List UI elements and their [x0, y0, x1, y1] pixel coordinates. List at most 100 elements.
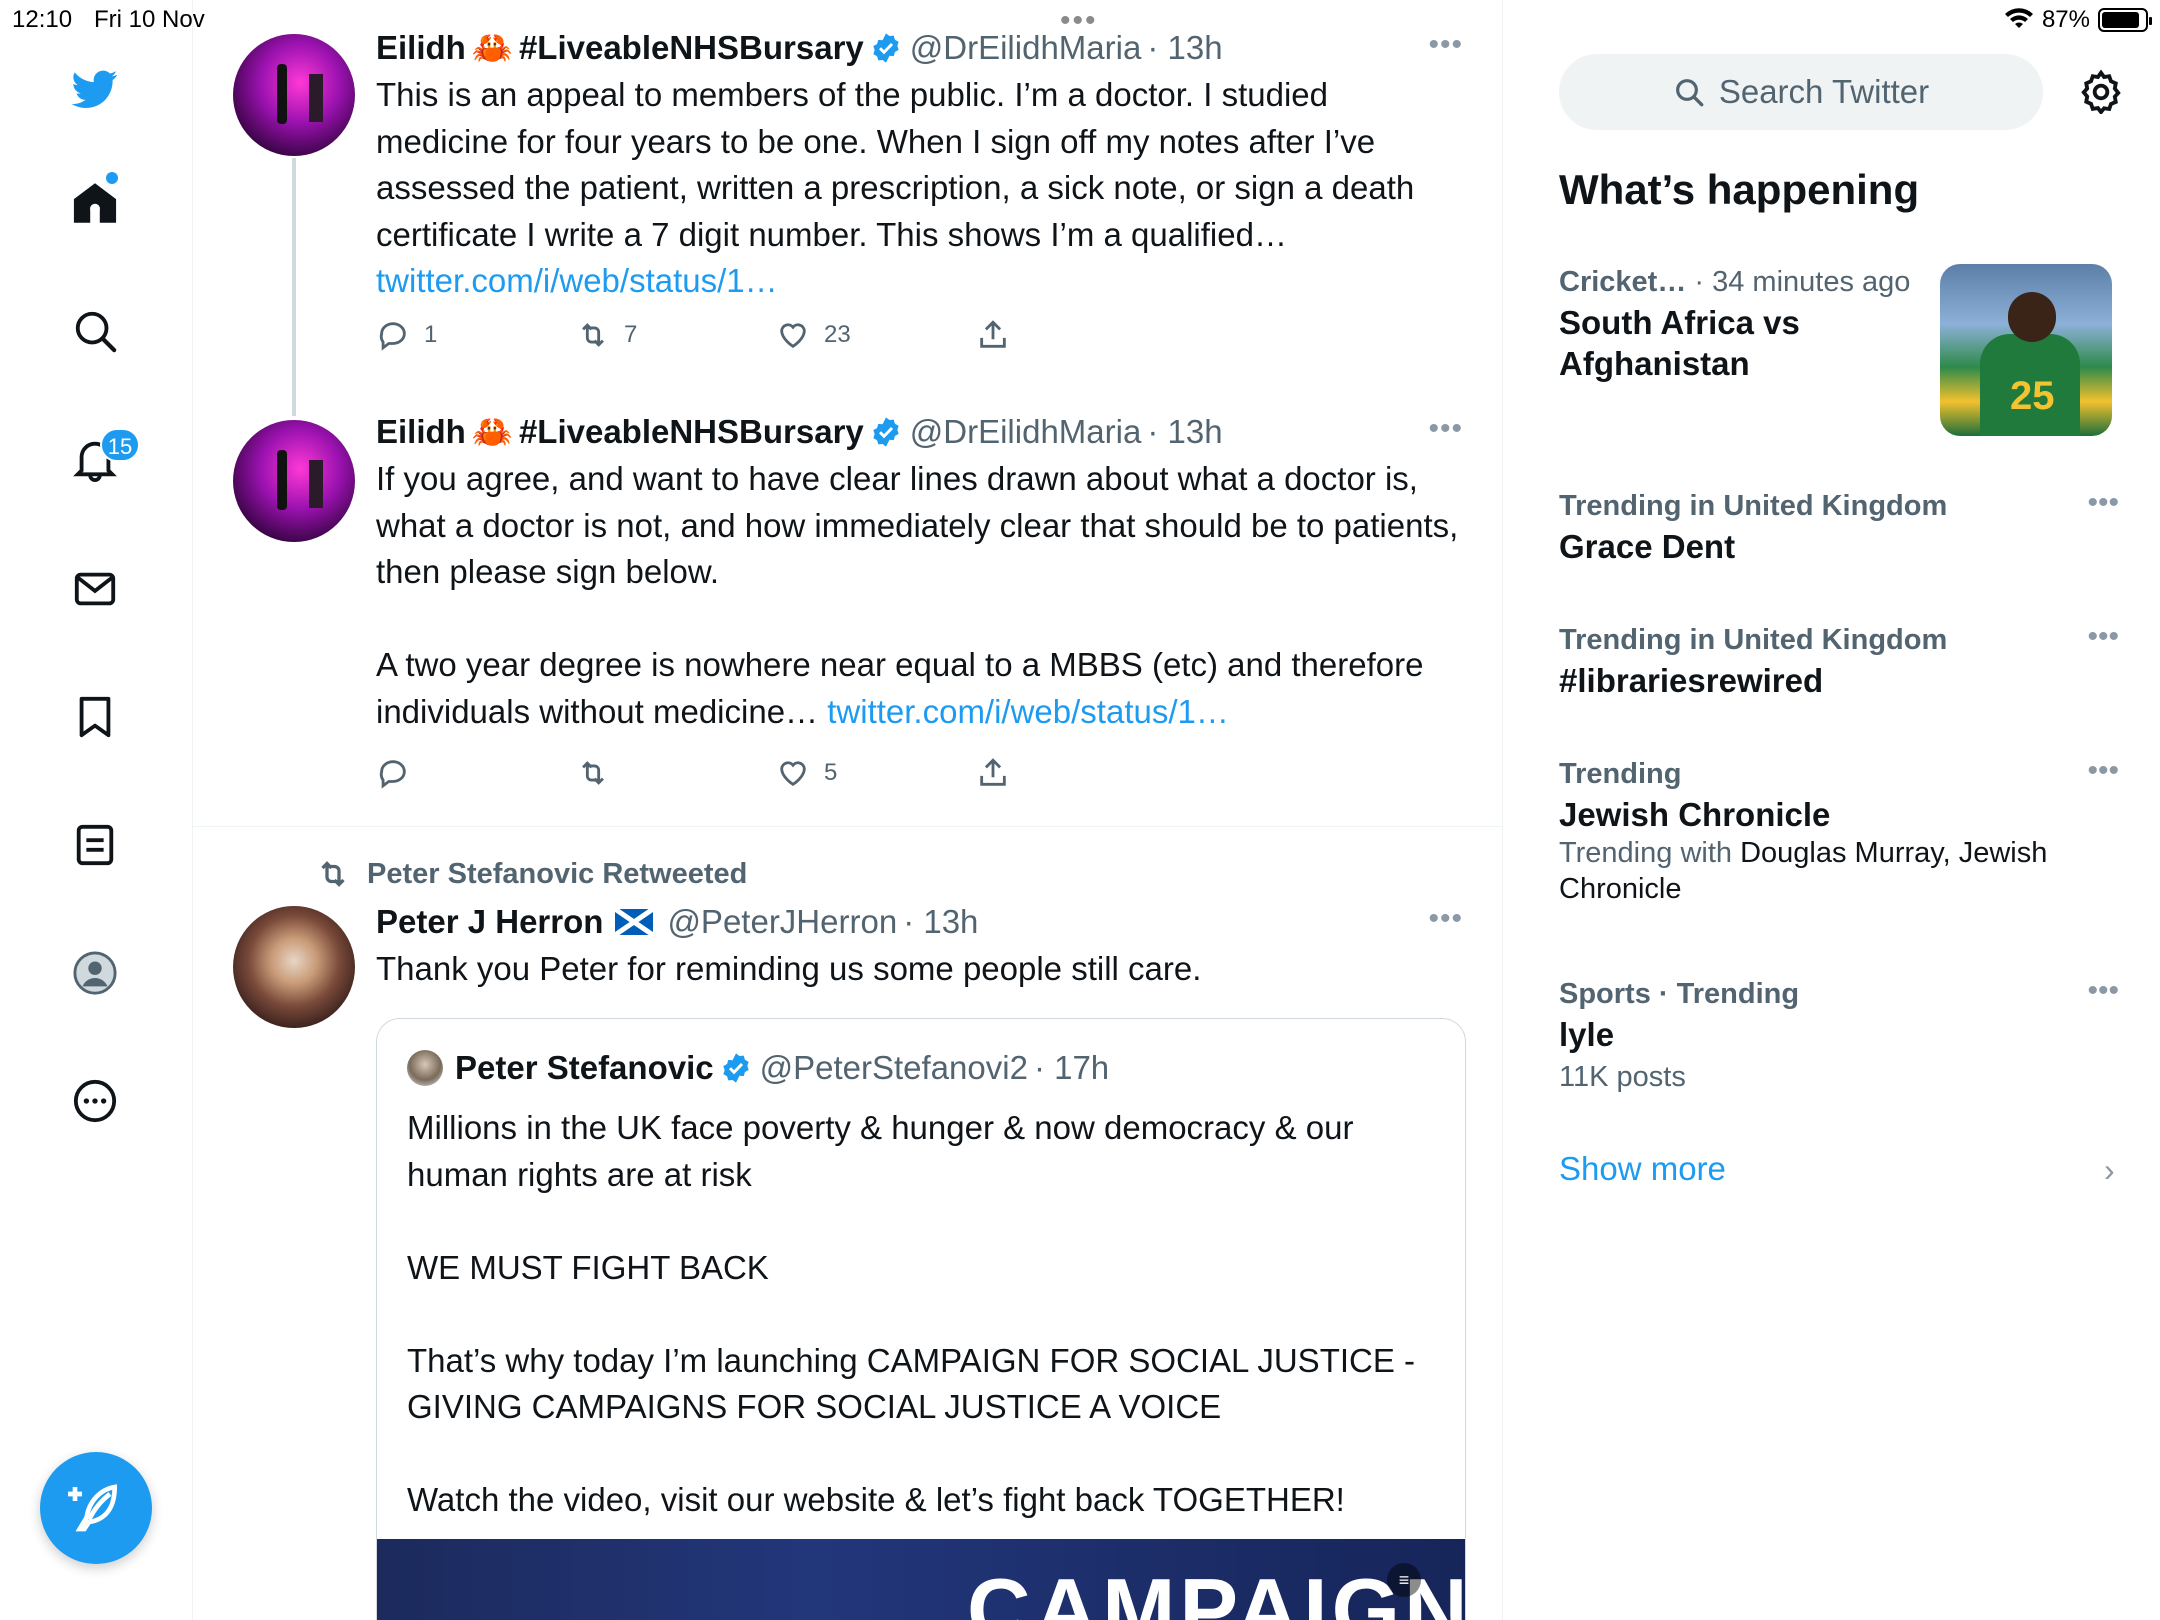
verified-badge-icon — [873, 33, 899, 63]
search-icon — [1675, 79, 1704, 107]
tweet-actions: 5 — [376, 756, 1076, 796]
tweet[interactable]: Eilidh 🦀 #LiveableNHSBursary @DrEilidhMa… — [193, 0, 1502, 416]
trend-category: Sports · Trending — [1559, 978, 1800, 1010]
trend-more-icon[interactable]: ••• — [2087, 974, 2119, 1008]
share-button[interactable] — [976, 318, 1010, 352]
notifications-badge: 15 — [100, 428, 140, 462]
trend-posts: 11K posts — [1559, 1061, 1686, 1093]
reply-button[interactable] — [376, 756, 424, 790]
share-button[interactable] — [976, 756, 1010, 790]
author-name[interactable]: Eilidh — [376, 412, 466, 452]
quote-header: Peter Stefanovic @PeterStefanovi2 · 17h — [407, 1049, 1109, 1087]
heart-icon — [780, 323, 806, 349]
author-hashtag: #LiveableNHSBursary — [518, 413, 864, 450]
trend-more-icon[interactable]: ••• — [2087, 620, 2119, 654]
author-handle[interactable]: @DrEilidhMaria — [910, 28, 1142, 68]
quote-video[interactable]: CAMPAIGN ≡ — [377, 1539, 1465, 1620]
tweet-actions: 1 7 23 — [376, 318, 1076, 358]
reply-count: 1 — [424, 321, 438, 348]
author-handle[interactable]: @PeterJHerron — [667, 902, 897, 942]
author-handle[interactable]: @DrEilidhMaria — [910, 412, 1142, 452]
retweeted-by[interactable]: Peter Stefanovic Retweeted — [315, 856, 747, 892]
like-count: 5 — [824, 759, 838, 786]
profile-icon[interactable] — [66, 944, 124, 1002]
trend-more-icon[interactable]: ••• — [2087, 754, 2119, 788]
chevron-right-icon: › — [2104, 1152, 2115, 1188]
avatar[interactable] — [233, 420, 355, 542]
retweet-icon — [582, 761, 604, 785]
tweet-time[interactable]: · 13h — [1147, 28, 1222, 68]
caption-icon[interactable]: ≡ — [1387, 1563, 1421, 1597]
tweet-more-icon[interactable]: ••• — [1428, 412, 1463, 446]
trend-name: Grace Dent — [1559, 528, 1736, 565]
retweet-icon — [582, 323, 604, 347]
quote-author-handle: @PeterStefanovi2 — [759, 1049, 1028, 1086]
tweet-more-icon[interactable]: ••• — [1428, 28, 1463, 62]
tweet-time[interactable]: · 13h — [1147, 412, 1222, 452]
crab-emoji: 🦀 — [471, 29, 513, 66]
trend-item[interactable]: Trending Jewish Chronicle Trending with … — [1559, 754, 2119, 907]
tweet-header: Eilidh 🦀 #LiveableNHSBursary @DrEilidhMa… — [376, 412, 1463, 452]
left-navigation: 15 — [0, 0, 193, 1620]
whats-happening-title: What’s happening — [1559, 166, 1920, 213]
tweet-more-icon[interactable]: ••• — [1428, 902, 1463, 936]
trend-item[interactable]: Trending in United Kingdom Grace Dent ••… — [1559, 486, 2119, 567]
author-name[interactable]: Eilidh — [376, 28, 466, 68]
retweet-icon — [321, 861, 345, 887]
retweet-count: 7 — [624, 321, 638, 348]
trend-item[interactable]: Trending in United Kingdom #librariesrew… — [1559, 620, 2119, 701]
scotland-flag-icon — [615, 909, 654, 935]
tweet-time[interactable]: · 13h — [903, 902, 978, 942]
avatar[interactable] — [233, 906, 355, 1028]
verified-badge-icon — [873, 417, 899, 447]
trend-more-icon[interactable]: ••• — [2087, 486, 2119, 520]
reply-icon — [379, 322, 406, 351]
trend-category: Trending — [1559, 758, 1682, 790]
trend-category: Cricket… — [1559, 266, 1687, 298]
reply-icon — [379, 760, 406, 789]
share-icon — [980, 758, 1006, 786]
jersey-number: 25 — [2010, 374, 2055, 418]
twitter-logo-icon[interactable] — [66, 60, 124, 118]
search-icon[interactable] — [66, 302, 124, 360]
retweet-button[interactable]: 7 — [576, 318, 637, 352]
trend-subtitle: Trending with Douglas Murray, Jewish Chr… — [1559, 837, 2048, 905]
show-more-link[interactable]: Show more — [1559, 1150, 1726, 1188]
tweet[interactable]: Eilidh 🦀 #LiveableNHSBursary @DrEilidhMa… — [193, 388, 1502, 826]
like-button[interactable]: 5 — [776, 756, 837, 790]
bookmark-icon[interactable] — [66, 688, 124, 746]
home-unread-dot — [106, 172, 118, 184]
trend-category: Trending in United Kingdom — [1559, 624, 1948, 656]
avatar[interactable] — [233, 34, 355, 156]
quote-time: · 17h — [1033, 1049, 1110, 1086]
lists-icon[interactable] — [66, 816, 124, 874]
trend-item[interactable]: Sports · Trending lyle 11K posts ••• — [1559, 974, 2119, 1095]
gear-icon[interactable] — [2078, 68, 2124, 114]
quote-avatar — [407, 1050, 443, 1086]
tweet-link[interactable]: twitter.com/i/web/status/1… — [827, 693, 1229, 730]
share-icon — [980, 320, 1006, 348]
quote-tweet-card[interactable]: Peter Stefanovic @PeterStefanovi2 · 17h … — [376, 1018, 1466, 1620]
trend-item[interactable]: Cricket… · 34 minutes ago South Africa v… — [1559, 262, 1939, 384]
trend-name: #librariesrewired — [1559, 662, 1824, 699]
trend-thumbnail[interactable]: 25 — [1940, 264, 2112, 436]
compose-tweet-button[interactable] — [40, 1452, 152, 1564]
search-input[interactable]: Search Twitter — [1559, 54, 2043, 130]
crab-emoji: 🦀 — [471, 413, 513, 450]
reply-button[interactable]: 1 — [376, 318, 437, 352]
quote-author-name: Peter Stefanovic — [455, 1049, 714, 1086]
search-placeholder: Search Twitter — [1718, 73, 1930, 110]
tweet-header: Eilidh 🦀 #LiveableNHSBursary @DrEilidhMa… — [376, 28, 1463, 68]
verified-badge-icon — [722, 1053, 749, 1083]
like-count: 23 — [824, 321, 851, 348]
mail-icon[interactable] — [66, 560, 124, 618]
heart-icon — [780, 761, 806, 787]
retweet-button[interactable] — [576, 756, 624, 790]
author-name[interactable]: Peter J Herron — [376, 902, 603, 942]
retweeted-by-label: Peter Stefanovic Retweeted — [367, 857, 748, 890]
timeline[interactable]: Eilidh 🦀 #LiveableNHSBursary @DrEilidhMa… — [193, 0, 1503, 1620]
like-button[interactable]: 23 — [776, 318, 851, 352]
compose-feather-icon — [68, 1484, 118, 1532]
tweet-link[interactable]: twitter.com/i/web/status/1… — [376, 258, 1463, 305]
more-icon[interactable] — [66, 1072, 124, 1130]
